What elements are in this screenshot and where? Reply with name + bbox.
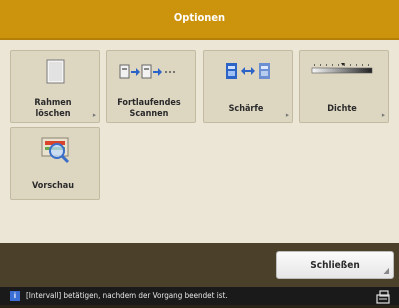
corner-arrow-icon: ◢ bbox=[383, 266, 389, 275]
more-arrow-icon: ▸ bbox=[381, 111, 385, 119]
options-panel: Rahmen löschen ▸ Fortlaufendes Scannen S… bbox=[0, 40, 399, 243]
continuous-scan-button[interactable]: Fortlaufendes Scannen bbox=[106, 50, 196, 123]
frame-erase-label-line2: löschen bbox=[35, 109, 71, 119]
status-message: [Intervall] betätigen, nachdem der Vorga… bbox=[26, 291, 228, 300]
more-arrow-icon: ▸ bbox=[285, 111, 289, 119]
status-bar: i [Intervall] betätigen, nachdem der Vor… bbox=[0, 287, 399, 305]
density-slider-icon bbox=[300, 59, 388, 87]
sharpness-label: Schärfe bbox=[228, 104, 264, 114]
info-icon: i bbox=[10, 291, 20, 301]
options-screen: Optionen Rahmen löschen ▸ Fortlaufendes … bbox=[0, 0, 399, 305]
density-label: Dichte bbox=[327, 104, 357, 114]
sharpness-icon bbox=[204, 59, 292, 87]
frame-erase-button[interactable]: Rahmen löschen ▸ bbox=[10, 50, 100, 123]
close-button[interactable]: Schließen ◢ bbox=[276, 251, 394, 279]
preview-magnifier-icon bbox=[11, 136, 99, 164]
frame-erase-label-line1: Rahmen bbox=[34, 98, 72, 108]
more-arrow-icon: ▸ bbox=[92, 111, 96, 119]
page-icon bbox=[11, 59, 99, 87]
close-button-label: Schließen bbox=[310, 260, 360, 271]
continuous-scan-label-line1: Fortlaufendes bbox=[117, 98, 181, 108]
preview-button[interactable]: Vorschau bbox=[10, 127, 100, 200]
preview-label: Vorschau bbox=[32, 181, 74, 191]
status-monitor-icon[interactable] bbox=[375, 289, 393, 304]
density-button[interactable]: Dichte ▸ bbox=[299, 50, 389, 123]
sharpness-button[interactable]: Schärfe ▸ bbox=[203, 50, 293, 123]
bottom-bar: Schließen ◢ bbox=[0, 243, 399, 287]
title-bar: Optionen bbox=[0, 0, 399, 40]
continuous-scan-label-line2: Scannen bbox=[129, 109, 169, 119]
page-title: Optionen bbox=[173, 11, 226, 24]
continuous-scan-icon bbox=[107, 59, 195, 87]
